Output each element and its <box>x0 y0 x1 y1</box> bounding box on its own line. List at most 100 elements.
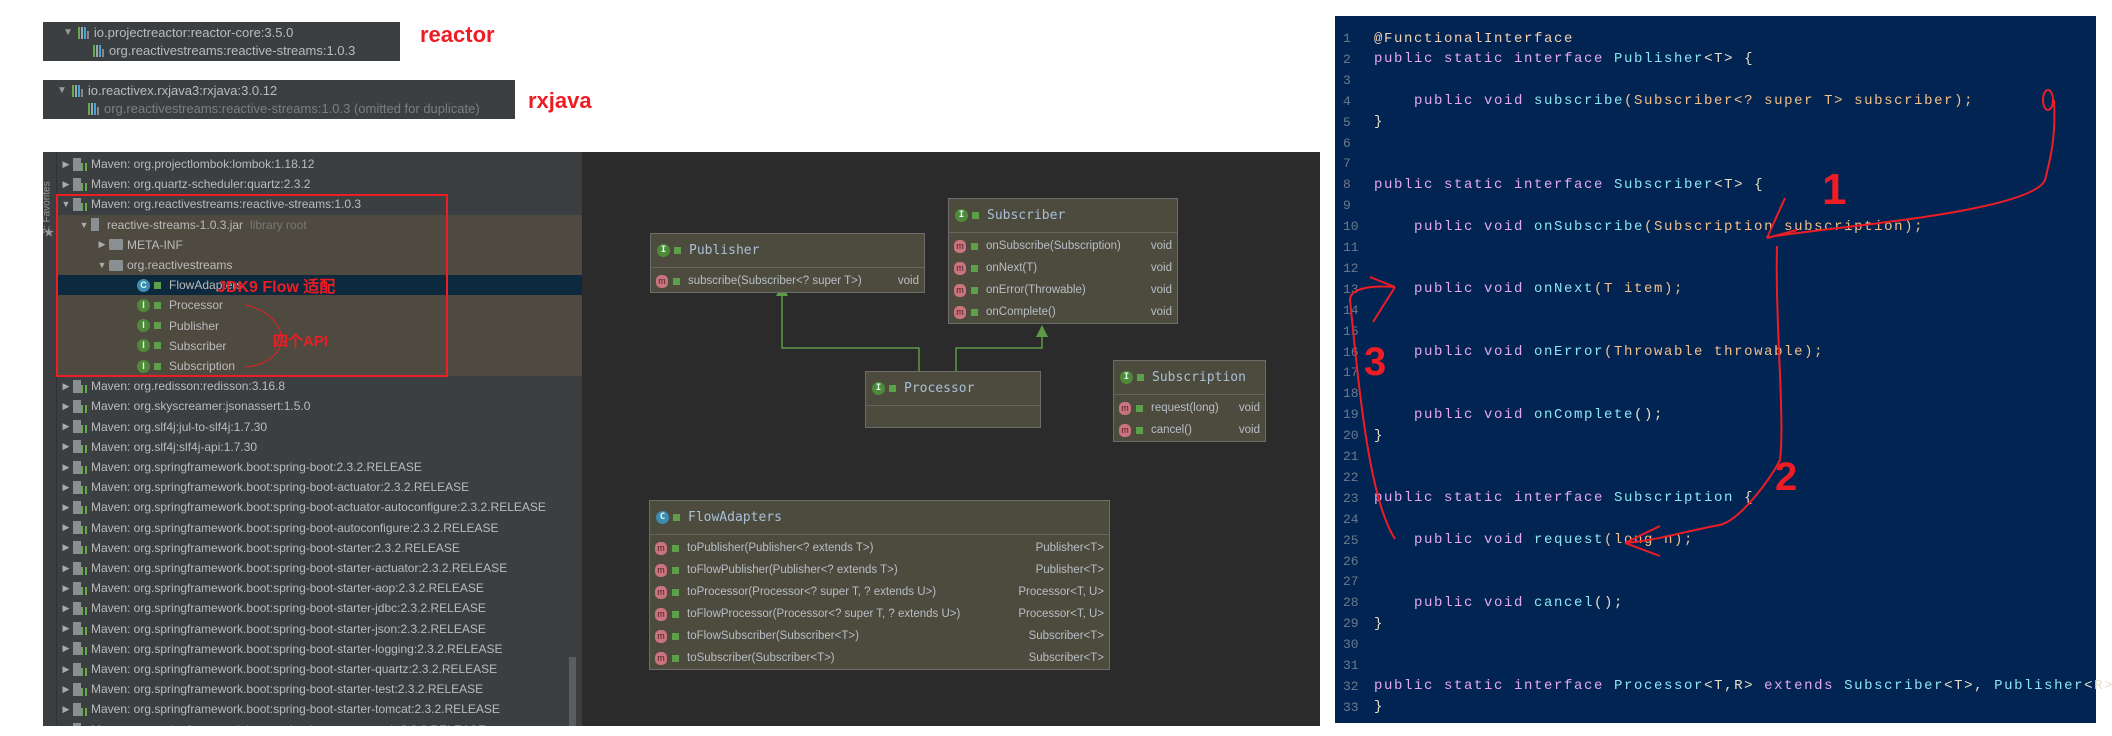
collapsed-arrow-icon[interactable]: ▶ <box>59 583 73 594</box>
tree-row[interactable]: ▶ Maven: org.redisson:redisson:3.16.8 <box>57 376 582 396</box>
uml-method[interactable]: m subscribe(Subscriber<? super T>) void <box>651 270 924 292</box>
uml-header[interactable]: I Publisher <box>651 234 924 268</box>
code-line[interactable]: 11 <box>1335 237 2096 258</box>
expand-arrow-icon[interactable]: ▼ <box>63 27 73 38</box>
uml-method[interactable]: m onNext(T) void <box>949 257 1177 279</box>
code-line[interactable]: 27 <box>1335 571 2096 592</box>
uml-method[interactable]: m toProcessor(Processor<? super T, ? exte… <box>650 581 1109 603</box>
collapsed-arrow-icon[interactable]: ▶ <box>59 542 73 553</box>
code-line[interactable]: 32 public static interface Processor<T,R>… <box>1335 676 2112 697</box>
code-line[interactable]: 26 <box>1335 551 2096 572</box>
tree-row[interactable]: ▶ Maven: org.springframework.boot:spring-… <box>57 497 582 517</box>
tree-row[interactable]: ▶ Maven: org.springframework.boot:spring-… <box>57 619 582 639</box>
tree-row[interactable]: ▶ Maven: org.springframework.boot:spring-… <box>57 659 582 679</box>
uml-subscription[interactable]: I Subscription m request(long) void m cancel()… <box>1113 360 1266 442</box>
tree-row[interactable]: ▶ Maven: org.slf4j:jul-to-slf4j:1.7.30 <box>57 417 582 437</box>
collapsed-arrow-icon[interactable]: ▶ <box>59 159 73 170</box>
collapsed-arrow-icon[interactable]: ▶ <box>59 603 73 614</box>
collapsed-arrow-icon[interactable]: ▶ <box>59 441 73 452</box>
code-line[interactable]: 14 <box>1335 300 2096 321</box>
uml-header[interactable]: I Subscription <box>1114 361 1265 395</box>
code-line[interactable]: 33} <box>1335 697 2096 718</box>
uml-method[interactable]: m toPublisher(Publisher<? extends T>) Publ… <box>650 537 1109 559</box>
code-line[interactable]: 7 <box>1335 153 2096 174</box>
collapsed-arrow-icon[interactable]: ▶ <box>59 563 73 574</box>
tree-row[interactable]: ▶ Maven: org.springframework.boot:spring-… <box>57 518 582 538</box>
expanded-arrow-icon[interactable]: ▼ <box>59 199 73 209</box>
collapsed-arrow-icon[interactable]: ▶ <box>59 664 73 675</box>
uml-method[interactable]: m onSubscribe(Subscription) void <box>949 235 1177 257</box>
tree-row[interactable]: ▶ Maven: org.springframework.boot:spring-… <box>57 477 582 497</box>
uml-header[interactable]: C FlowAdapters <box>650 501 1109 535</box>
uml-publisher[interactable]: I Publisher m subscribe(Subscriber<? super … <box>650 233 925 293</box>
tree-row[interactable]: ▶ Maven: org.springframework.boot:spring-… <box>57 699 582 719</box>
tree-row[interactable]: ▶ Maven: org.projectlombok:lombok:1.18.12 <box>57 154 582 174</box>
code-line[interactable]: 2 public static interface Publisher<T> { <box>1335 49 2096 70</box>
collapsed-arrow-icon[interactable]: ▶ <box>59 643 73 654</box>
code-line[interactable]: 31 <box>1335 655 2096 676</box>
collapsed-arrow-icon[interactable]: ▶ <box>59 482 73 493</box>
tree-row[interactable]: ▶ Maven: org.quartz-scheduler:quartz:2.3.… <box>57 174 582 194</box>
expanded-arrow-icon[interactable]: ▼ <box>77 220 91 230</box>
uml-method[interactable]: m toFlowPublisher(Publisher<? extends T>)… <box>650 559 1109 581</box>
collapsed-arrow-icon[interactable]: ▶ <box>59 623 73 634</box>
tree-row[interactable]: ▶ Maven: org.springframework.boot:spring-… <box>57 457 582 477</box>
uml-subscriber[interactable]: I Subscriber m onSubscribe(Subscription) voi… <box>948 198 1178 324</box>
tree-row[interactable]: ▶ Maven: org.springframework.boot:spring-… <box>57 538 582 558</box>
collapsed-arrow-icon[interactable]: ▶ <box>59 421 73 432</box>
expand-arrow-icon[interactable]: ▼ <box>57 85 67 96</box>
uml-flowadapters[interactable]: C FlowAdapters m toPublisher(Publisher<? ex… <box>649 500 1110 670</box>
tree-row[interactable]: ▶ Maven: org.skyscreamer:jsonassert:1.5.0 <box>57 396 582 416</box>
collapsed-arrow-icon[interactable]: ▶ <box>59 401 73 412</box>
dependency-row[interactable]: ▼ io.reactivex.rxjava3:rxjava:3.0.12 <box>57 83 277 98</box>
uml-method[interactable]: m toFlowProcessor(Processor<? super T, ? … <box>650 603 1109 625</box>
uml-processor[interactable]: I Processor <box>865 371 1041 428</box>
tree-row[interactable]: ▶ Maven: org.springframework.boot:spring-… <box>57 558 582 578</box>
code-line[interactable]: 22 <box>1335 467 2096 488</box>
tree-row[interactable]: ▼ reactive-streams-1.0.3.jar library root <box>57 214 582 235</box>
uml-method[interactable]: m toFlowSubscriber(Subscriber<T>) Subscrib… <box>650 625 1109 647</box>
code-line[interactable]: 6 <box>1335 133 2096 154</box>
code-line[interactable]: 5} <box>1335 112 2096 133</box>
code-line[interactable]: 28 public void cancel(); <box>1335 592 2096 613</box>
uml-header[interactable]: I Processor <box>866 372 1040 406</box>
collapsed-arrow-icon[interactable]: ▶ <box>59 381 73 392</box>
collapsed-arrow-icon[interactable]: ▶ <box>59 462 73 473</box>
code-line[interactable]: 1 @FunctionalInterface <box>1335 28 2096 49</box>
code-line[interactable]: 23 public static interface Subscription { <box>1335 488 2096 509</box>
code-line[interactable]: 16 public void onError(Throwable throwab… <box>1335 342 2096 363</box>
code-line[interactable]: 18 <box>1335 383 2096 404</box>
tree-row[interactable]: ▶ META-INF <box>57 234 582 255</box>
collapsed-arrow-icon[interactable]: ▶ <box>59 684 73 695</box>
code-line[interactable]: 3 <box>1335 70 2096 91</box>
tree-row[interactable]: I Subscription <box>57 356 582 377</box>
code-line[interactable]: 8 public static interface Subscriber<T> { <box>1335 174 2096 195</box>
code-line[interactable]: 9 <box>1335 195 2096 216</box>
code-line[interactable]: 20} <box>1335 425 2096 446</box>
code-line[interactable]: 4 public void subscribe(Subscriber<? sup… <box>1335 91 2096 112</box>
collapsed-arrow-icon[interactable]: ▶ <box>59 502 73 513</box>
dependency-row[interactable]: org.reactivestreams:reactive-streams:1.0… <box>93 43 355 58</box>
expanded-arrow-icon[interactable]: ▼ <box>95 260 109 270</box>
code-line[interactable]: 10 public void onSubscribe(Subscription … <box>1335 216 2096 237</box>
favorites-tool-strip[interactable]: 2: Favorites ★ <box>43 152 57 726</box>
code-line[interactable]: 21 <box>1335 446 2096 467</box>
code-line[interactable]: 12 <box>1335 258 2096 279</box>
tree-row[interactable]: ▶ Maven: org.springframework.boot:spring-… <box>57 679 582 699</box>
code-line[interactable]: 13 public void onNext(T item); <box>1335 279 2096 300</box>
collapsed-arrow-icon[interactable]: ▶ <box>59 522 73 533</box>
collapsed-arrow-icon[interactable]: ▶ <box>95 239 109 250</box>
tree-row[interactable]: ▶ Maven: org.springframework.boot:spring-… <box>57 639 582 659</box>
tree-row[interactable]: ▶ Maven: org.springframework.boot:spring-… <box>57 598 582 618</box>
uml-header[interactable]: I Subscriber <box>949 199 1177 233</box>
tree-row[interactable]: ▶ Maven: org.slf4j:slf4j-api:1.7.30 <box>57 437 582 457</box>
code-line[interactable]: 19 public void onComplete(); <box>1335 404 2096 425</box>
tree-row[interactable]: I Processor <box>57 295 582 316</box>
collapsed-arrow-icon[interactable]: ▶ <box>59 704 73 715</box>
code-line[interactable]: 17 <box>1335 362 2096 383</box>
code-line[interactable]: 24 <box>1335 509 2096 530</box>
code-line[interactable]: 30 <box>1335 634 2096 655</box>
tree-row[interactable]: ▶ Maven: org.springframework.boot:spring-… <box>57 578 582 598</box>
collapsed-arrow-icon[interactable]: ▶ <box>59 179 73 190</box>
tree-row[interactable]: ▶ Maven: org.springframework.boot:spring-… <box>57 720 582 726</box>
